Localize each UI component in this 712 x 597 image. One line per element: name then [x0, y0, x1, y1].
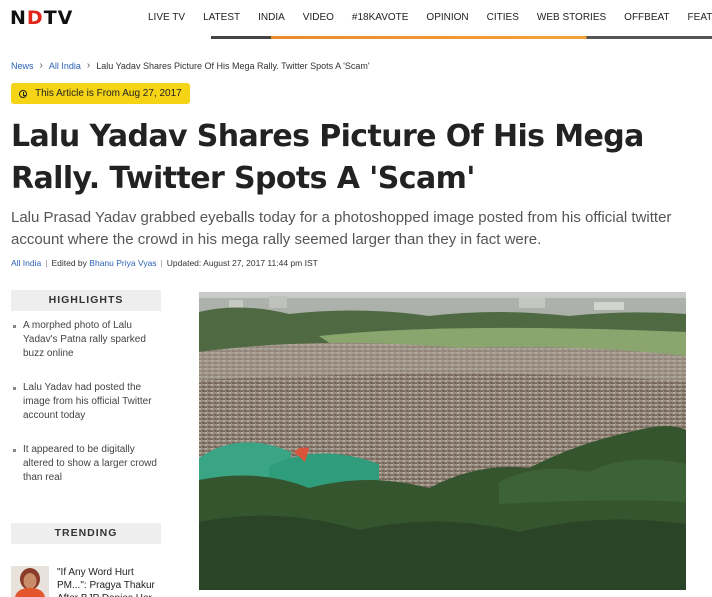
top-navigation-bar: NDTV LIVE TV LATEST INDIA VIDEO #18KAVOT…: [0, 0, 712, 39]
main-nav: LIVE TV LATEST INDIA VIDEO #18KAVOTE OPI…: [139, 0, 712, 36]
nav-item-cities[interactable]: CITIES: [478, 0, 528, 36]
chevron-right-icon: ›: [39, 60, 43, 71]
nav-accent-bar: [211, 36, 712, 39]
nav-item-18kavote[interactable]: #18KAVOTE: [343, 0, 418, 36]
trending-story[interactable]: "If Any Word Hurt PM...": Pragya Thakur …: [11, 566, 161, 597]
breadcrumb: News › All India › Lalu Yadav Shares Pic…: [11, 60, 370, 71]
highlights-heading: HIGHLIGHTS: [11, 290, 161, 311]
trending-heading: TRENDING: [11, 523, 161, 544]
article-date-badge-text: This Article is From Aug 27, 2017: [35, 88, 182, 99]
nav-item-feature[interactable]: FEATURE: [679, 0, 712, 36]
nav-item-latest[interactable]: LATEST: [194, 0, 249, 36]
nav-item-opinion[interactable]: OPINION: [417, 0, 477, 36]
highlight-item: It appeared to be digitally altered to s…: [11, 443, 161, 485]
byline-category-link[interactable]: All India: [11, 258, 41, 268]
article-summary: Lalu Prasad Yadav grabbed eyeballs today…: [11, 209, 672, 248]
nav-item-offbeat[interactable]: OFFBEAT: [615, 0, 678, 36]
ndtv-logo[interactable]: NDTV: [10, 9, 73, 28]
breadcrumb-current: Lalu Yadav Shares Picture Of His Mega Ra…: [96, 60, 370, 71]
byline-edited-label: Edited by: [51, 258, 87, 268]
nav-item-web-stories[interactable]: WEB STORIES: [528, 0, 615, 36]
highlight-item: A morphed photo of Lalu Yadav's Patna ra…: [11, 319, 161, 361]
article-headline: Lalu Yadav Shares Picture Of His Mega Ra…: [11, 119, 644, 196]
chevron-right-icon: ›: [86, 60, 91, 71]
article-main-image[interactable]: [199, 292, 686, 590]
nav-item-india[interactable]: INDIA: [249, 0, 294, 36]
article-byline: All India | Edited by Bhanu Priya Vyas | Upd…: [11, 258, 318, 268]
highlight-item: Lalu Yadav had posted the image from his…: [11, 381, 161, 423]
trending-story-title[interactable]: "If Any Word Hurt PM...": Pragya Thakur …: [57, 566, 161, 597]
byline-updated-time: Updated: August 27, 2017 11:44 pm IST: [166, 258, 318, 268]
nav-item-live-tv[interactable]: LIVE TV: [139, 0, 194, 36]
highlights-list: A morphed photo of Lalu Yadav's Patna ra…: [11, 319, 161, 505]
breadcrumb-news-link[interactable]: News: [11, 61, 34, 71]
trending-thumbnail-image[interactable]: [11, 566, 49, 597]
byline-editor-link[interactable]: Bhanu Priya Vyas: [89, 258, 156, 268]
clock-icon: [19, 89, 27, 98]
nav-item-video[interactable]: VIDEO: [294, 0, 343, 36]
breadcrumb-all-india-link[interactable]: All India: [49, 61, 81, 71]
article-date-badge: This Article is From Aug 27, 2017: [11, 83, 190, 104]
